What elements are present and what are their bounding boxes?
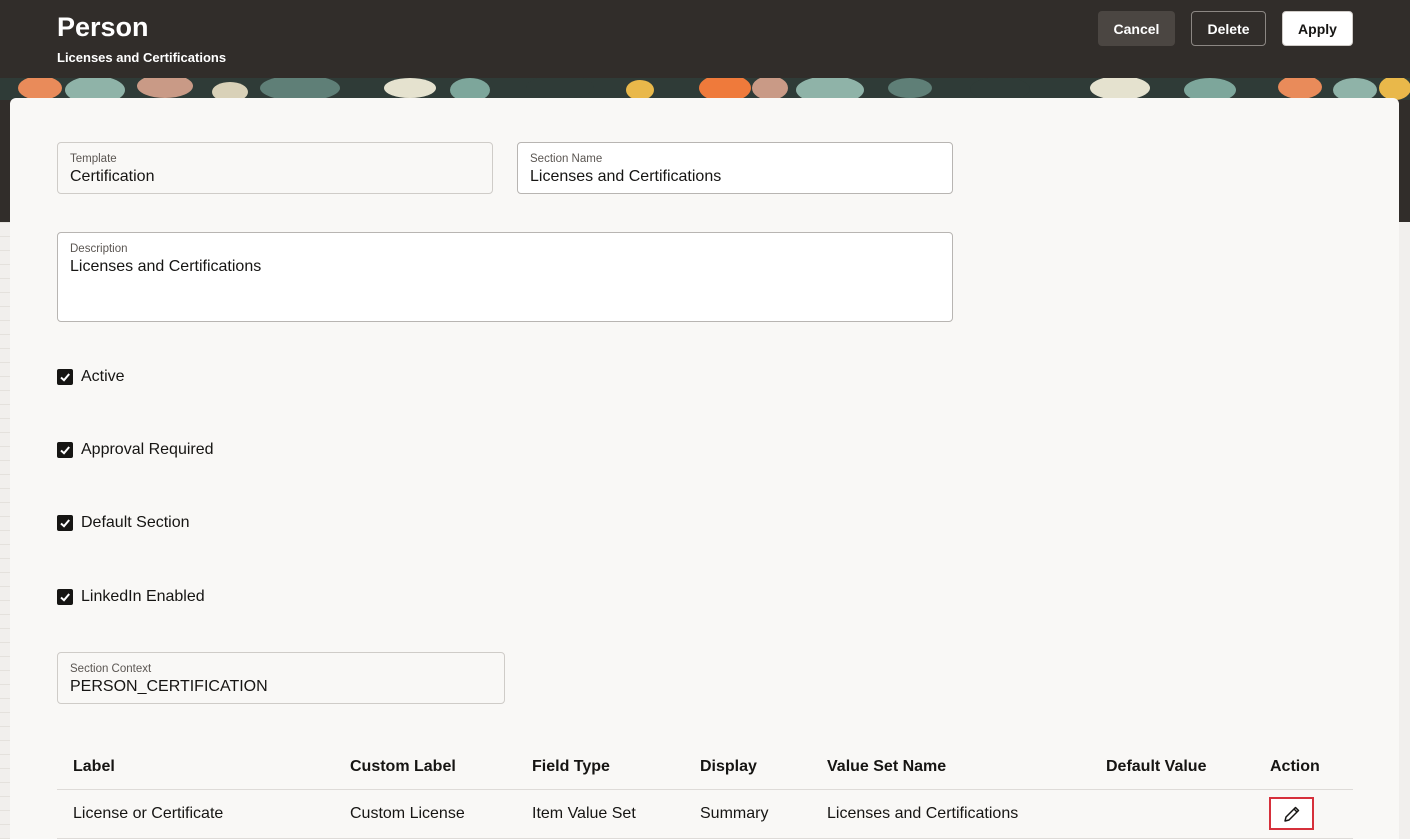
column-header-label: Label [73, 758, 115, 775]
section-context-field: Section Context PERSON_CERTIFICATION [57, 652, 505, 704]
column-header-custom-label: Custom Label [350, 758, 456, 775]
approval-required-checkbox-label[interactable]: Approval Required [81, 441, 214, 459]
linkedin-enabled-checkbox[interactable] [57, 589, 73, 605]
section-context-label: Section Context [70, 663, 152, 675]
section-name-label: Section Name [530, 153, 603, 165]
linkedin-enabled-checkbox-label[interactable]: LinkedIn Enabled [81, 588, 205, 606]
edit-button[interactable] [1269, 797, 1314, 830]
approval-required-checkbox[interactable] [57, 442, 73, 458]
page-title: Person [57, 12, 149, 42]
background-strip [0, 222, 10, 839]
default-section-checkbox-label[interactable]: Default Section [81, 514, 190, 532]
cancel-button[interactable]: Cancel [1098, 11, 1175, 46]
template-field-value: Certification [70, 168, 155, 185]
active-checkbox[interactable] [57, 369, 73, 385]
template-field-label: Template [70, 153, 117, 165]
page-subtitle: Licenses and Certifications [57, 50, 227, 65]
checkmark-icon [60, 446, 70, 455]
table-row: License or Certificate Custom License It… [57, 790, 1353, 839]
description-value[interactable]: Licenses and Certifications [70, 258, 261, 276]
description-textarea[interactable]: Description Licenses and Certifications [57, 232, 953, 322]
cell-display: Summary [700, 805, 769, 822]
content-panel [10, 98, 1399, 839]
template-field: Template Certification [57, 142, 493, 194]
cell-field-type: Item Value Set [532, 805, 636, 822]
column-header-value-set-name: Value Set Name [827, 758, 947, 775]
background-strip-right [1400, 222, 1410, 839]
column-header-default-value: Default Value [1106, 758, 1207, 775]
cell-custom-label: Custom License [350, 805, 465, 822]
edit-icon [1283, 806, 1299, 822]
default-section-checkbox-row[interactable]: Default Section [57, 513, 190, 533]
linkedin-enabled-checkbox-row[interactable]: LinkedIn Enabled [57, 587, 205, 607]
checkmark-icon [60, 593, 70, 602]
cell-label: License or Certificate [73, 805, 224, 822]
table-header: Label Custom Label Field Type Display Va… [57, 748, 1353, 790]
decorative-banner [0, 78, 1410, 100]
column-header-action: Action [1270, 758, 1320, 775]
checkmark-icon [60, 373, 70, 382]
apply-button[interactable]: Apply [1282, 11, 1353, 46]
delete-button[interactable]: Delete [1191, 11, 1266, 46]
active-checkbox-label[interactable]: Active [81, 368, 125, 386]
section-name-value[interactable]: Licenses and Certifications [530, 168, 721, 186]
section-name-input[interactable]: Section Name Licenses and Certifications [517, 142, 953, 194]
section-context-value: PERSON_CERTIFICATION [70, 678, 268, 695]
approval-required-checkbox-row[interactable]: Approval Required [57, 440, 214, 460]
description-label: Description [70, 243, 128, 255]
cell-value-set-name: Licenses and Certifications [827, 805, 1019, 822]
checkmark-icon [60, 519, 70, 528]
active-checkbox-row[interactable]: Active [57, 367, 125, 387]
banner-pattern [0, 78, 1410, 100]
column-header-display: Display [700, 758, 757, 775]
default-section-checkbox[interactable] [57, 515, 73, 531]
column-header-field-type: Field Type [532, 758, 610, 775]
